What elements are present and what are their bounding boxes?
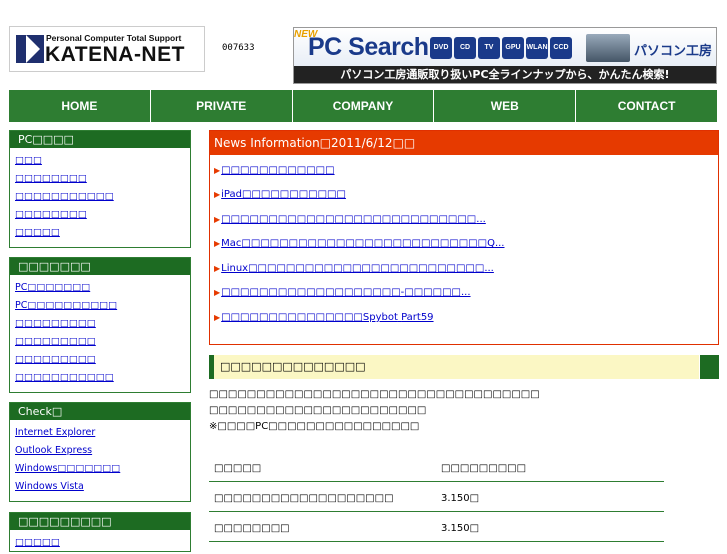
- news-item: ▶□□□□□□□□□□□□: [214, 165, 335, 176]
- arrow-icon: ▶: [214, 190, 221, 199]
- nav-web[interactable]: WEB: [434, 90, 577, 122]
- main-nav: HOME PRIVATE COMPANY WEB CONTACT: [9, 90, 717, 122]
- site-logo[interactable]: Personal Computer Total Support KATENA-N…: [9, 26, 205, 72]
- news-link[interactable]: Mac□□□□□□□□□□□□□□□□□□□□□□□□□□Q...: [221, 238, 504, 249]
- news-item: ▶□□□□□□□□□□□□□□□Spybot Part59: [214, 312, 434, 323]
- news-link[interactable]: □□□□□□□□□□□□: [221, 165, 334, 176]
- sidebar-link-internet-explorer[interactable]: Internet Explorer: [15, 424, 185, 442]
- table-cell-price: 3.150□: [441, 493, 480, 504]
- banner-title: PC Search: [308, 33, 429, 61]
- ccd-icon: CCD: [550, 37, 572, 59]
- sidebar-link-outlook-express[interactable]: Outlook Express: [15, 442, 185, 460]
- logo-mark-icon: [16, 35, 44, 63]
- sidebar-box-title: □□□□□□□□□: [10, 513, 190, 530]
- table-header-cell: □□□□□□□□□: [441, 463, 527, 474]
- arrow-icon: ▶: [214, 166, 221, 175]
- sidebar-link[interactable]: □□□: [15, 152, 185, 170]
- sidebar-link[interactable]: □□□□□□□□□: [15, 351, 185, 369]
- nav-home[interactable]: HOME: [9, 90, 151, 122]
- news-link[interactable]: □□□□□□□□□□□□□□□□□□□□□□□□□□□...: [221, 214, 486, 225]
- wlan-icon: WLAN: [526, 37, 548, 59]
- dvd-icon: DVD: [430, 37, 452, 59]
- arrow-icon: ▶: [214, 215, 221, 224]
- news-item: ▶iPad□□□□□□□□□□□: [214, 189, 346, 200]
- news-item: ▶Mac□□□□□□□□□□□□□□□□□□□□□□□□□□Q...: [214, 238, 505, 249]
- logo-name: KATENA-NET: [45, 43, 185, 66]
- tv-icon: TV: [478, 37, 500, 59]
- section-bar-right: [700, 355, 719, 379]
- sidebar-link[interactable]: PC□□□□□□□□□□: [15, 297, 185, 315]
- section-paragraph: □□□□□□□□□□□□□□□□□□□□□□□□□□□□□□□□□□□: [209, 389, 540, 400]
- nav-company[interactable]: COMPANY: [293, 90, 435, 122]
- sidebar-link[interactable]: □□□□□: [15, 224, 185, 242]
- sidebar-box-title: PC□□□□: [10, 131, 190, 148]
- sidebar-box-title: Check□: [10, 403, 190, 420]
- sidebar-link[interactable]: □□□□□□□□: [15, 170, 185, 188]
- access-counter: 007633: [222, 43, 255, 53]
- news-title: News Information□2011/6/12□□: [210, 131, 718, 155]
- table-cell: □□□□□□□□□□□□□□□□□□□: [214, 493, 394, 504]
- cd-icon: CD: [454, 37, 476, 59]
- nav-private[interactable]: PRIVATE: [151, 90, 293, 122]
- news-link[interactable]: Linux□□□□□□□□□□□□□□□□□□□□□□□□□...: [221, 263, 494, 274]
- news-item: ▶Linux□□□□□□□□□□□□□□□□□□□□□□□□□...: [214, 263, 494, 274]
- arrow-icon: ▶: [214, 313, 221, 322]
- sidebar-link-windows-vista[interactable]: Windows Vista: [15, 478, 185, 496]
- laptop-icon: [586, 34, 630, 62]
- news-link[interactable]: □□□□□□□□□□□□□□□□□□□-□□□□□□...: [221, 287, 470, 298]
- sidebar-box-check: Check□ Internet Explorer Outlook Express…: [9, 402, 191, 502]
- pc-search-banner[interactable]: NEW PC Search DVD CD TV GPU WLAN CCD パソコ…: [293, 27, 717, 84]
- sidebar-box-title: □□□□□□□: [10, 258, 190, 275]
- news-link[interactable]: □□□□□□□□□□□□□□□Spybot Part59: [221, 312, 433, 323]
- table-row: □□□□□□□□□□□□□□□□□□□ 3.150□: [209, 487, 664, 512]
- gpu-icon: GPU: [502, 37, 524, 59]
- table-row: □□□□□□□□ 3.150□: [209, 517, 664, 542]
- table-header-cell: □□□□□: [214, 463, 262, 474]
- sidebar-link[interactable]: □□□□□□□□□: [15, 315, 185, 333]
- section-paragraph: □□□□□□□□□□□□□□□□□□□□□□□: [209, 405, 427, 416]
- section-title: □□□□□□□□□□□□□□: [214, 355, 699, 379]
- arrow-icon: ▶: [214, 288, 221, 297]
- sidebar-link-windows[interactable]: Windows□□□□□□□: [15, 460, 185, 478]
- news-link[interactable]: iPad□□□□□□□□□□□: [221, 189, 346, 200]
- sidebar-box-support: □□□□□□□ PC□□□□□□□ PC□□□□□□□□□□ □□□□□□□□□…: [9, 257, 191, 393]
- arrow-icon: ▶: [214, 239, 221, 248]
- table-cell-price: 3.150□: [441, 523, 480, 534]
- arrow-icon: ▶: [214, 264, 221, 273]
- table-header-row: □□□□□ □□□□□□□□□: [209, 457, 664, 482]
- nav-contact[interactable]: CONTACT: [576, 90, 717, 122]
- news-item: ▶□□□□□□□□□□□□□□□□□□□□□□□□□□□...: [214, 214, 486, 225]
- sidebar-link[interactable]: □□□□□: [15, 534, 185, 552]
- section-paragraph: ※□□□□PC□□□□□□□□□□□□□□□□: [209, 421, 420, 432]
- sidebar-link[interactable]: □□□□□□□□□□□: [15, 369, 185, 387]
- table-cell: □□□□□□□□: [214, 523, 290, 534]
- sidebar-link[interactable]: □□□□□□□□□□□: [15, 188, 185, 206]
- sidebar-box-pc: PC□□□□ □□□ □□□□□□□□ □□□□□□□□□□□ □□□□□□□□…: [9, 130, 191, 248]
- logo-tagline: Personal Computer Total Support: [46, 33, 182, 43]
- sidebar-link[interactable]: PC□□□□□□□: [15, 279, 185, 297]
- banner-shop-name: パソコン工房: [634, 43, 713, 58]
- news-item: ▶□□□□□□□□□□□□□□□□□□□-□□□□□□...: [214, 287, 471, 298]
- sidebar-link[interactable]: □□□□□□□□□: [15, 333, 185, 351]
- news-panel: News Information□2011/6/12□□ ▶□□□□□□□□□□…: [209, 130, 719, 345]
- banner-tagline: パソコン工房通販取り扱いPC全ラインナップから、かんたん検索!: [294, 66, 716, 83]
- section-heading: □□□□□□□□□□□□□□: [209, 355, 719, 379]
- sidebar-box-other: □□□□□□□□□ □□□□□: [9, 512, 191, 552]
- sidebar-link[interactable]: □□□□□□□□: [15, 206, 185, 224]
